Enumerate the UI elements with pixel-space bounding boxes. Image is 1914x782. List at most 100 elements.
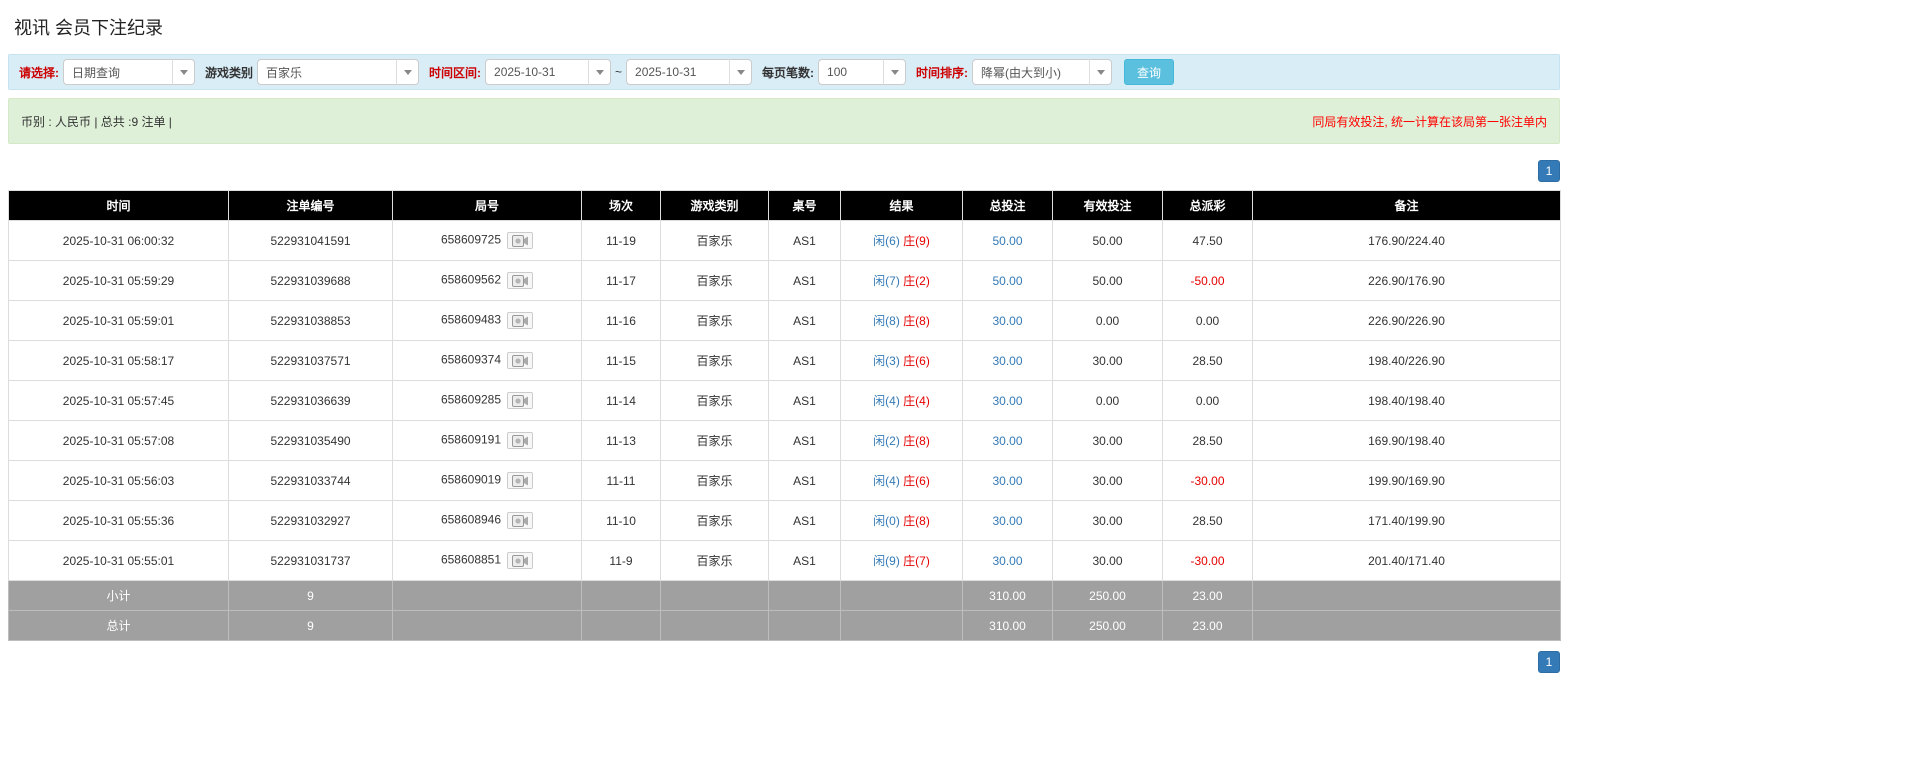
- player-result: 闲(4): [873, 394, 900, 408]
- game-type-cell: 百家乐: [660, 460, 769, 501]
- video-replay-icon: [512, 315, 529, 330]
- player-result: 闲(9): [873, 554, 900, 568]
- round-cell: 658609725: [392, 220, 582, 261]
- banker-result: 庄(8): [903, 434, 930, 448]
- total-bet-link[interactable]: 30.00: [992, 434, 1022, 448]
- result-cell: 闲(4) 庄(4): [840, 380, 963, 421]
- banker-result: 庄(6): [903, 474, 930, 488]
- view-replay-button[interactable]: [507, 552, 534, 569]
- total-bet-link[interactable]: 30.00: [992, 554, 1022, 568]
- page-1-button[interactable]: 1: [1538, 651, 1560, 673]
- game-type-combobox: [257, 59, 420, 85]
- total-bet-link[interactable]: 30.00: [992, 514, 1022, 528]
- subtotal-row: 小计 9 310.00 250.00 23.00: [8, 580, 1561, 611]
- table-number-cell: AS1: [768, 540, 841, 581]
- footer-payout-cell: 23.00: [1162, 610, 1253, 641]
- select-type-combobox: [63, 59, 195, 85]
- view-replay-button[interactable]: [507, 272, 534, 289]
- total-bet-link[interactable]: 30.00: [992, 474, 1022, 488]
- view-replay-button[interactable]: [507, 432, 534, 450]
- result-cell: 闲(2) 庄(8): [840, 420, 963, 461]
- page-1-button[interactable]: 1: [1538, 160, 1560, 182]
- page-size-dropdown-button[interactable]: [884, 59, 907, 85]
- session-cell: 11-19: [581, 220, 661, 261]
- game-type-cell: 百家乐: [660, 500, 769, 541]
- payout-cell: -30.00: [1162, 460, 1253, 501]
- remark-cell: 226.90/176.90: [1252, 260, 1561, 301]
- round-number: 658609019: [440, 472, 502, 487]
- player-result: 闲(2): [873, 434, 900, 448]
- chevron-down-icon: [1096, 69, 1105, 75]
- column-header: 场次: [581, 190, 661, 221]
- game-type-input[interactable]: [257, 59, 398, 85]
- date-to-dropdown-button[interactable]: [730, 59, 753, 85]
- table-number-cell: AS1: [768, 340, 841, 381]
- view-replay-button[interactable]: [507, 312, 534, 330]
- view-replay-button[interactable]: [507, 472, 534, 489]
- total-bet-cell: 30.00: [962, 380, 1053, 421]
- payout-cell: 47.50: [1162, 220, 1253, 261]
- notice-text: 同局有效投注, 统一计算在该局第一张注单内: [1312, 114, 1547, 129]
- page-size-input[interactable]: [818, 59, 885, 85]
- payout-cell: -50.00: [1162, 260, 1253, 301]
- time-cell: 2025-10-31 05:57:45: [8, 380, 229, 421]
- sort-order-input[interactable]: [972, 59, 1091, 85]
- search-button[interactable]: 查询: [1124, 59, 1175, 85]
- result-cell: 闲(7) 庄(2): [840, 260, 963, 301]
- total-bet-link[interactable]: 50.00: [992, 234, 1022, 248]
- footer-empty-cell: [768, 610, 841, 641]
- footer-count-cell: 9: [228, 580, 393, 611]
- total-bet-cell: 30.00: [962, 340, 1053, 381]
- total-bet-link[interactable]: 50.00: [992, 274, 1022, 288]
- payout-cell: -30.00: [1162, 540, 1253, 581]
- round-cell: 658609562: [392, 260, 582, 301]
- bet-id-cell: 522931039688: [228, 260, 393, 301]
- date-from-dropdown-button[interactable]: [589, 59, 612, 85]
- total-bet-link[interactable]: 30.00: [992, 394, 1022, 408]
- footer-total-bet-cell: 310.00: [962, 580, 1053, 611]
- column-header: 总派彩: [1162, 190, 1253, 221]
- chevron-down-icon: [179, 69, 188, 75]
- page-size-combobox: [818, 59, 907, 85]
- player-result: 闲(7): [873, 274, 900, 288]
- time-cell: 2025-10-31 05:59:29: [8, 260, 229, 301]
- page-title: 视讯 会员下注纪录: [14, 18, 164, 38]
- remark-cell: 169.90/198.40: [1252, 420, 1561, 461]
- table-row: 2025-10-31 05:56:03 522931033744 658609019…: [8, 460, 1561, 501]
- player-result: 闲(4): [873, 474, 900, 488]
- game-type-cell: 百家乐: [660, 420, 769, 461]
- view-replay-button[interactable]: [507, 352, 534, 369]
- game-type-dropdown-button[interactable]: [397, 59, 420, 85]
- remark-cell: 198.40/198.40: [1252, 380, 1561, 421]
- table-row: 2025-10-31 05:59:01 522931038853 658609483…: [8, 300, 1561, 341]
- total-bet-link[interactable]: 30.00: [992, 314, 1022, 328]
- banker-result: 庄(4): [903, 394, 930, 408]
- bet-id-cell: 522931038853: [228, 300, 393, 341]
- time-cell: 2025-10-31 05:59:01: [8, 300, 229, 341]
- select-type-dropdown-button[interactable]: [173, 59, 195, 85]
- view-replay-button[interactable]: [507, 232, 534, 249]
- view-replay-button[interactable]: [507, 512, 534, 529]
- summary-bar: 币别 : 人民币 | 总共 :9 注单 | 同局有效投注, 统一计算在该局第一张…: [8, 98, 1560, 144]
- banker-result: 庄(2): [903, 274, 930, 288]
- remark-cell: 199.90/169.90: [1252, 460, 1561, 501]
- currency-summary-text: 币别 : 人民币 | 总共 :9 注单 |: [21, 114, 172, 129]
- table-row: 2025-10-31 05:55:01 522931031737 658608851…: [8, 540, 1561, 581]
- select-type-input[interactable]: [63, 59, 173, 85]
- table-number-cell: AS1: [768, 220, 841, 261]
- total-bet-link[interactable]: 30.00: [992, 354, 1022, 368]
- chevron-down-icon: [890, 69, 899, 75]
- game-type-cell: 百家乐: [660, 380, 769, 421]
- game-type-cell: 百家乐: [660, 300, 769, 341]
- video-replay-icon: [512, 395, 529, 410]
- video-replay-icon: [512, 435, 529, 450]
- view-replay-button[interactable]: [507, 392, 534, 410]
- sort-order-dropdown-button[interactable]: [1090, 59, 1113, 85]
- date-to-input[interactable]: [626, 59, 731, 85]
- table-row: 2025-10-31 05:59:29 522931039688 658609562…: [8, 260, 1561, 301]
- table-number-cell: AS1: [768, 500, 841, 541]
- player-result: 闲(3): [873, 354, 900, 368]
- footer-empty-cell: [581, 610, 661, 641]
- date-from-input[interactable]: [485, 59, 590, 85]
- pagination-top: 1: [8, 160, 1560, 182]
